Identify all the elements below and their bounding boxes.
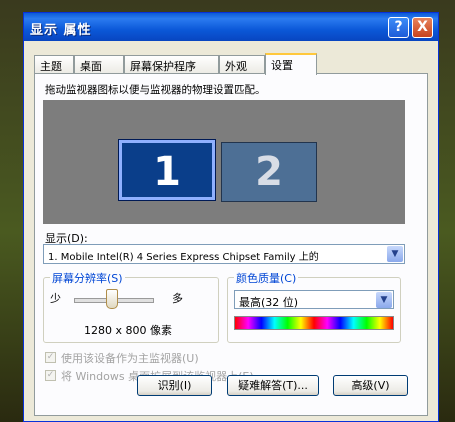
- resolution-slider[interactable]: [66, 286, 166, 314]
- resolution-group: 屏幕分辨率(S) 少 多 1280 x 800 像素: [43, 270, 219, 343]
- color-quality-group: 颜色质量(C) 最高(32 位) ▼: [227, 270, 401, 343]
- display-select[interactable]: 1. Mobile Intel(R) 4 Series Express Chip…: [43, 244, 405, 264]
- instruction-text: 拖动监视器图标以便与监视器的物理设置匹配。: [45, 84, 266, 96]
- primary-monitor-checkbox[interactable]: ✓: [45, 352, 56, 363]
- color-quality-value: 最高(32 位): [239, 296, 299, 309]
- monitor-2-icon[interactable]: 2: [221, 142, 317, 202]
- window-title: 显示 属性: [30, 23, 92, 38]
- color-quality-select[interactable]: 最高(32 位) ▼: [234, 290, 394, 309]
- primary-monitor-label: 使用该设备作为主监视器(U): [61, 352, 199, 365]
- settings-panel: 拖动监视器图标以便与监视器的物理设置匹配。 1 2 显示(D): 1. Mobi…: [34, 73, 428, 416]
- color-spectrum-bar: [234, 316, 394, 330]
- resolution-title: 屏幕分辨率(S): [50, 270, 125, 286]
- tab-themes[interactable]: 主题: [34, 55, 74, 73]
- display-properties-window: 显示 属性 ? X 主题 桌面 屏幕保护程序 外观 设置 拖动监视器图标以便与监…: [23, 12, 439, 422]
- close-button[interactable]: X: [412, 17, 433, 38]
- extend-desktop-checkbox[interactable]: ✓: [45, 370, 56, 381]
- monitor-arrangement-area[interactable]: 1 2: [43, 100, 405, 224]
- identify-button[interactable]: 识别(I): [137, 375, 212, 396]
- tab-settings[interactable]: 设置: [265, 53, 317, 75]
- title-bar[interactable]: 显示 属性 ? X: [24, 13, 438, 41]
- troubleshoot-button[interactable]: 疑难解答(T)...: [227, 375, 319, 396]
- resolution-more-label: 多: [172, 292, 183, 305]
- chevron-down-icon[interactable]: ▼: [376, 292, 392, 308]
- monitor-1-icon[interactable]: 1: [118, 139, 216, 201]
- display-select-value: 1. Mobile Intel(R) 4 Series Express Chip…: [48, 252, 319, 263]
- tab-desktop[interactable]: 桌面: [74, 55, 124, 73]
- chevron-down-icon[interactable]: ▼: [387, 246, 403, 262]
- slider-thumb[interactable]: [106, 289, 118, 309]
- resolution-value: 1280 x 800 像素: [84, 324, 172, 337]
- color-quality-title: 颜色质量(C): [234, 270, 299, 286]
- help-button[interactable]: ?: [388, 17, 409, 38]
- tab-appearance[interactable]: 外观: [219, 55, 265, 73]
- advanced-button[interactable]: 高级(V): [333, 375, 408, 396]
- tab-screensaver[interactable]: 屏幕保护程序: [124, 55, 219, 73]
- resolution-less-label: 少: [50, 292, 61, 305]
